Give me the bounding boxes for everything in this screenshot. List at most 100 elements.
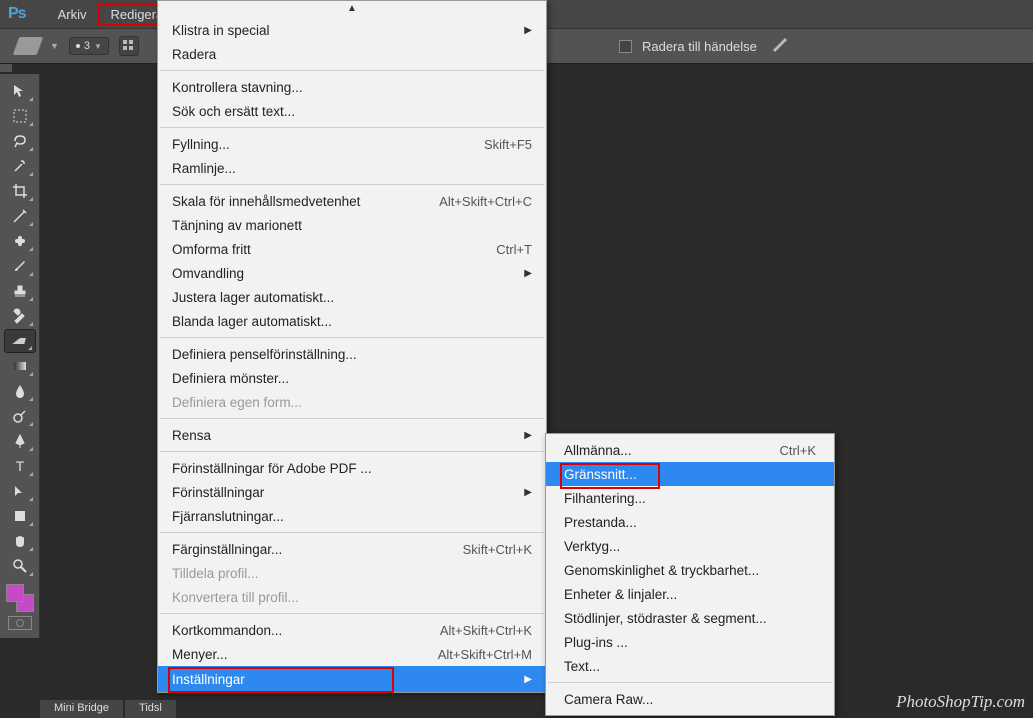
submenu-arrow-icon: ▶ [524,487,532,498]
submenu-indicator-icon [29,172,33,176]
menu-item-label: Definiera egen form... [172,395,532,410]
menu-item-omvandling[interactable]: Omvandling▶ [158,261,546,285]
menu-separator [160,337,544,338]
submenu-item-label: Enheter & linjaler... [564,587,816,602]
submenu-indicator-icon [29,422,33,426]
menu-item-fyllning[interactable]: Fyllning...Skift+F5 [158,132,546,156]
submenu-item-allm-nna[interactable]: Allmänna...Ctrl+K [546,438,834,462]
menu-item-s-k-och-ers-tt-text[interactable]: Sök och ersätt text... [158,99,546,123]
hand-tool[interactable] [4,529,36,553]
submenu-item-shortcut: Ctrl+K [780,443,816,458]
brush-tool[interactable] [4,254,36,278]
submenu-separator [548,682,832,683]
menu-item-label: Sök och ersätt text... [172,104,532,119]
edit-menu-dropdown: ▲ Klistra in special▶Radera Kontrollera s… [157,0,547,693]
menu-item-definiera-penself-rinst-llning[interactable]: Definiera penselförinställning... [158,342,546,366]
bottom-panel-tabs: Mini Bridge Tidsl [40,700,176,718]
submenu-item-st-dlinjer-st-draster-segment[interactable]: Stödlinjer, stödraster & segment... [546,606,834,630]
menu-item-f-rinst-llningar[interactable]: Förinställningar▶ [158,480,546,504]
crop-tool[interactable] [4,179,36,203]
foreground-color-swatch[interactable] [6,584,24,602]
menu-item-menyer[interactable]: Menyer...Alt+Skift+Ctrl+M [158,642,546,666]
menu-arkiv[interactable]: Arkiv [46,3,99,26]
submenu-item-verktyg[interactable]: Verktyg... [546,534,834,558]
submenu-item-label: Camera Raw... [564,692,816,707]
submenu-indicator-icon [29,97,33,101]
menu-separator [160,70,544,71]
stamp-tool[interactable] [4,279,36,303]
menu-item-ramlinje[interactable]: Ramlinje... [158,156,546,180]
menu-item-tilldela-profil: Tilldela profil... [158,561,546,585]
submenu-indicator-icon [28,346,32,350]
type-tool[interactable]: T [4,454,36,478]
menu-item-skala-f-r-inneh-llsmedvetenhet[interactable]: Skala för innehållsmedvetenhetAlt+Skift+… [158,189,546,213]
submenu-indicator-icon [29,522,33,526]
gradient-tool[interactable] [4,354,36,378]
menu-item-klistra-in-special[interactable]: Klistra in special▶ [158,18,546,42]
app-logo: Ps [8,5,26,23]
erase-to-history-checkbox[interactable] [619,40,632,53]
wand-tool[interactable] [4,154,36,178]
submenu-indicator-icon [29,572,33,576]
menu-separator [160,451,544,452]
tab-tidslinje[interactable]: Tidsl [125,700,176,718]
submenu-item-filhantering[interactable]: Filhantering... [546,486,834,510]
menu-item-omforma-fritt[interactable]: Omforma frittCtrl+T [158,237,546,261]
shape-tool[interactable] [4,504,36,528]
menu-item-t-njning-av-marionett[interactable]: Tänjning av marionett [158,213,546,237]
grid-icon [122,39,136,53]
preferences-submenu: Allmänna...Ctrl+KGränssnitt...Filhanteri… [545,433,835,716]
menu-item-kontrollera-stavning[interactable]: Kontrollera stavning... [158,75,546,99]
menu-item-blanda-lager-automatiskt[interactable]: Blanda lager automatiskt... [158,309,546,333]
submenu-item-prestanda[interactable]: Prestanda... [546,510,834,534]
tool-preview-icon[interactable] [13,37,44,55]
menu-item-label: Rensa [172,428,524,443]
menu-separator [160,532,544,533]
submenu-item-label: Plug-ins ... [564,635,816,650]
blur-tool[interactable] [4,379,36,403]
pen-tool[interactable] [4,429,36,453]
menu-item-label: Förinställningar för Adobe PDF ... [172,461,532,476]
menu-item-shortcut: Alt+Skift+Ctrl+M [438,647,532,662]
submenu-item-label: Genomskinlighet & tryckbarhet... [564,563,816,578]
menu-item-shortcut: Ctrl+T [496,242,532,257]
brush-icon[interactable] [773,38,789,54]
lasso-tool[interactable] [4,129,36,153]
menu-item-fj-rranslutningar[interactable]: Fjärranslutningar... [158,504,546,528]
menu-item-radera[interactable]: Radera [158,42,546,66]
tab-mini-bridge[interactable]: Mini Bridge [40,700,123,718]
menu-item-rensa[interactable]: Rensa▶ [158,423,546,447]
dropdown-caret-icon[interactable]: ▼ [50,41,59,51]
color-swatches[interactable] [6,584,34,612]
submenu-item-text[interactable]: Text... [546,654,834,678]
submenu-item-plug-ins[interactable]: Plug-ins ... [546,630,834,654]
zoom-tool[interactable] [4,554,36,578]
menu-item-label: Skala för innehållsmedvetenhet [172,194,439,209]
brush-preset-picker[interactable]: 3 ▼ [69,37,109,55]
heal-tool[interactable] [4,229,36,253]
menu-item-label: Tilldela profil... [172,566,532,581]
menu-item-kortkommandon[interactable]: Kortkommandon...Alt+Skift+Ctrl+K [158,618,546,642]
dodge-tool[interactable] [4,404,36,428]
toolbox-handle[interactable] [0,64,12,72]
submenu-item-label: Text... [564,659,816,674]
submenu-item-camera-raw[interactable]: Camera Raw... [546,687,834,711]
marquee-tool[interactable] [4,104,36,128]
quick-mask-toggle[interactable] [8,616,32,630]
eraser-tool[interactable] [4,329,36,353]
move-tool[interactable] [4,79,36,103]
brush-panel-toggle[interactable] [119,36,139,56]
menu-item-justera-lager-automatiskt[interactable]: Justera lager automatiskt... [158,285,546,309]
menu-item-f-rginst-llningar[interactable]: Färginställningar...Skift+Ctrl+K [158,537,546,561]
submenu-item-enheter-linjaler[interactable]: Enheter & linjaler... [546,582,834,606]
submenu-indicator-icon [29,397,33,401]
menu-item-f-rinst-llningar-f-r-adobe-pdf[interactable]: Förinställningar för Adobe PDF ... [158,456,546,480]
eyedropper-tool[interactable] [4,204,36,228]
path-tool[interactable] [4,479,36,503]
menu-scroll-up-icon[interactable]: ▲ [158,1,546,18]
menu-item-inst-llningar[interactable]: Inställningar▶ [158,666,546,692]
submenu-item-genomskinlighet-tryckbarhet[interactable]: Genomskinlighet & tryckbarhet... [546,558,834,582]
history-brush-tool[interactable] [4,304,36,328]
menu-item-definiera-m-nster[interactable]: Definiera mönster... [158,366,546,390]
submenu-item-gr-nssnitt[interactable]: Gränssnitt... [546,462,834,486]
